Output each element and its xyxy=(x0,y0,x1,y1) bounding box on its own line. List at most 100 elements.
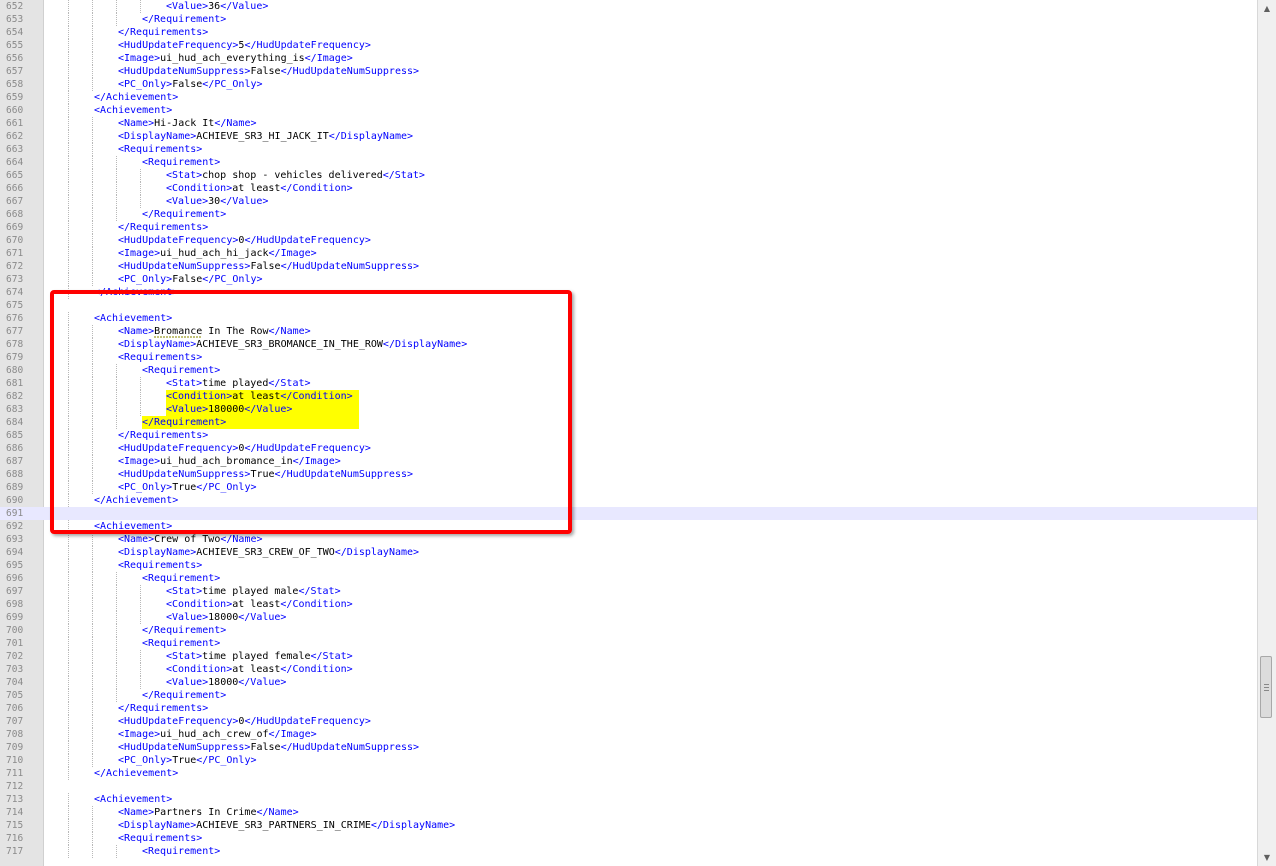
xml-tag: <Value> xyxy=(166,196,209,207)
indent-guide xyxy=(92,455,93,468)
code-line[interactable]: 662 <DisplayName>ACHIEVE_SR3_HI_JACK_IT</… xyxy=(0,130,1258,143)
line-number: 679 xyxy=(6,352,24,363)
code-line[interactable]: 669 </Requirements> xyxy=(0,221,1258,234)
xml-tag: </Value> xyxy=(238,677,287,688)
code-line[interactable]: 687 <Image>ui_hud_ach_bromance_in</Image> xyxy=(0,455,1258,468)
spellcheck-squiggle xyxy=(154,335,203,338)
code-line[interactable]: 654 </Requirements> xyxy=(0,26,1258,39)
code-line[interactable]: 700 </Requirement> xyxy=(0,624,1258,637)
code-line[interactable]: 665 <Stat>chop shop - vehicles delivered<… xyxy=(0,169,1258,182)
indent-guide xyxy=(140,377,141,390)
code-text: <Requirement> xyxy=(142,572,220,585)
indent-guide xyxy=(68,793,69,806)
code-line[interactable]: 693 <Name>Crew of Two</Name> xyxy=(0,533,1258,546)
code-line[interactable]: 668 </Requirement> xyxy=(0,208,1258,221)
code-line[interactable]: 712 xyxy=(0,780,1258,793)
code-line[interactable]: 709 <HudUpdateNumSuppress>False</HudUpdat… xyxy=(0,741,1258,754)
code-line[interactable]: 656 <Image>ui_hud_ach_everything_is</Imag… xyxy=(0,52,1258,65)
code-line[interactable]: 678 <DisplayName>ACHIEVE_SR3_BROMANCE_IN_… xyxy=(0,338,1258,351)
code-line[interactable]: 660 <Achievement> xyxy=(0,104,1258,117)
indent-guide xyxy=(68,234,69,247)
code-line[interactable]: 710 <PC_Only>True</PC_Only> xyxy=(0,754,1258,767)
code-line[interactable]: 667 <Value>30</Value> xyxy=(0,195,1258,208)
code-line[interactable]: 672 <HudUpdateNumSuppress>False</HudUpdat… xyxy=(0,260,1258,273)
code-line[interactable]: 679 <Requirements> xyxy=(0,351,1258,364)
code-line[interactable]: 697 <Stat>time played male</Stat> xyxy=(0,585,1258,598)
xml-tag: <HudUpdateNumSuppress> xyxy=(118,469,251,480)
code-line[interactable]: 692 <Achievement> xyxy=(0,520,1258,533)
code-line[interactable]: 684 </Requirement> xyxy=(0,416,1258,429)
code-line[interactable]: 711 </Achievement> xyxy=(0,767,1258,780)
code-line[interactable]: 713 <Achievement> xyxy=(0,793,1258,806)
code-line[interactable]: 715 <DisplayName>ACHIEVE_SR3_PARTNERS_IN_… xyxy=(0,819,1258,832)
vertical-scrollbar[interactable]: ▲ ▼ xyxy=(1257,0,1276,866)
code-text: </Requirements> xyxy=(118,429,208,442)
indent-guide xyxy=(68,260,69,273)
code-line[interactable]: 688 <HudUpdateNumSuppress>True</HudUpdate… xyxy=(0,468,1258,481)
code-line[interactable]: 685 </Requirements> xyxy=(0,429,1258,442)
code-line[interactable]: 674 </Achievement> xyxy=(0,286,1258,299)
code-line[interactable]: 652 <Value>36</Value> xyxy=(0,0,1258,13)
code-line[interactable]: 689 <PC_Only>True</PC_Only> xyxy=(0,481,1258,494)
code-line[interactable]: 671 <Image>ui_hud_ach_hi_jack</Image> xyxy=(0,247,1258,260)
code-line[interactable]: 681 <Stat>time played</Stat> xyxy=(0,377,1258,390)
code-line[interactable]: 695 <Requirements> xyxy=(0,559,1258,572)
code-line[interactable]: 714 <Name>Partners In Crime</Name> xyxy=(0,806,1258,819)
line-number: 666 xyxy=(6,183,24,194)
code-line[interactable]: 699 <Value>18000</Value> xyxy=(0,611,1258,624)
xml-tag: <PC_Only> xyxy=(118,755,173,766)
indent-guide xyxy=(68,143,69,156)
code-line[interactable]: 708 <Image>ui_hud_ach_crew_of</Image> xyxy=(0,728,1258,741)
line-number: 675 xyxy=(6,300,24,311)
code-line[interactable]: 691 xyxy=(0,507,1258,520)
code-line[interactable]: 701 <Requirement> xyxy=(0,637,1258,650)
code-line[interactable]: 705 </Requirement> xyxy=(0,689,1258,702)
code-line[interactable]: 675 xyxy=(0,299,1258,312)
code-line[interactable]: 657 <HudUpdateNumSuppress>False</HudUpdat… xyxy=(0,65,1258,78)
code-line[interactable]: 694 <DisplayName>ACHIEVE_SR3_CREW_OF_TWO<… xyxy=(0,546,1258,559)
code-lines[interactable]: 652 <Value>36</Value> 653 </Requirement> 654… xyxy=(0,0,1258,858)
code-line[interactable]: 696 <Requirement> xyxy=(0,572,1258,585)
code-line[interactable]: 663 <Requirements> xyxy=(0,143,1258,156)
code-line[interactable]: 673 <PC_Only>False</PC_Only> xyxy=(0,273,1258,286)
code-line[interactable]: 690 </Achievement> xyxy=(0,494,1258,507)
line-number: 660 xyxy=(6,105,24,116)
code-line[interactable]: 680 <Requirement> xyxy=(0,364,1258,377)
code-line[interactable]: 659 </Achievement> xyxy=(0,91,1258,104)
xml-tag: </Image> xyxy=(292,456,341,467)
code-line[interactable]: 717 <Requirement> xyxy=(0,845,1258,858)
scrollbar-thumb[interactable] xyxy=(1260,656,1272,718)
xml-tag: </HudUpdateNumSuppress> xyxy=(274,469,414,480)
code-text: </Achievement> xyxy=(94,286,178,299)
code-line[interactable]: 682 <Condition>at least</Condition> xyxy=(0,390,1258,403)
code-line[interactable]: 655 <HudUpdateFrequency>5</HudUpdateFrequ… xyxy=(0,39,1258,52)
xml-tag: <Stat> xyxy=(166,651,203,662)
code-line[interactable]: 686 <HudUpdateFrequency>0</HudUpdateFrequ… xyxy=(0,442,1258,455)
scroll-up-arrow-icon[interactable]: ▲ xyxy=(1258,0,1276,17)
line-number: 717 xyxy=(6,846,24,857)
code-line[interactable]: 676 <Achievement> xyxy=(0,312,1258,325)
indent-guide xyxy=(68,390,69,403)
scroll-down-arrow-icon[interactable]: ▼ xyxy=(1258,849,1276,866)
xml-tag: <Requirement> xyxy=(142,365,221,376)
code-line[interactable]: 653 </Requirement> xyxy=(0,13,1258,26)
code-line[interactable]: 670 <HudUpdateFrequency>0</HudUpdateFrequ… xyxy=(0,234,1258,247)
indent-guide xyxy=(92,819,93,832)
code-line[interactable]: 666 <Condition>at least</Condition> xyxy=(0,182,1258,195)
code-editor[interactable]: 652 <Value>36</Value> 653 </Requirement> 654… xyxy=(0,0,1258,866)
code-line[interactable]: 683 <Value>180000</Value> xyxy=(0,403,1258,416)
code-line[interactable]: 707 <HudUpdateFrequency>0</HudUpdateFrequ… xyxy=(0,715,1258,728)
code-line[interactable]: 702 <Stat>time played female</Stat> xyxy=(0,650,1258,663)
code-line[interactable]: 664 <Requirement> xyxy=(0,156,1258,169)
code-line[interactable]: 716 <Requirements> xyxy=(0,832,1258,845)
code-line[interactable]: 704 <Value>18000</Value> xyxy=(0,676,1258,689)
code-line[interactable]: 661 <Name>Hi-Jack It</Name> xyxy=(0,117,1258,130)
xml-tag: <Stat> xyxy=(166,170,203,181)
xml-text: True xyxy=(172,755,197,766)
code-line[interactable]: 658 <PC_Only>False</PC_Only> xyxy=(0,78,1258,91)
code-line[interactable]: 698 <Condition>at least</Condition> xyxy=(0,598,1258,611)
code-line[interactable]: 706 </Requirements> xyxy=(0,702,1258,715)
indent-guide xyxy=(68,546,69,559)
code-line[interactable]: 703 <Condition>at least</Condition> xyxy=(0,663,1258,676)
indent-guide xyxy=(140,390,141,403)
